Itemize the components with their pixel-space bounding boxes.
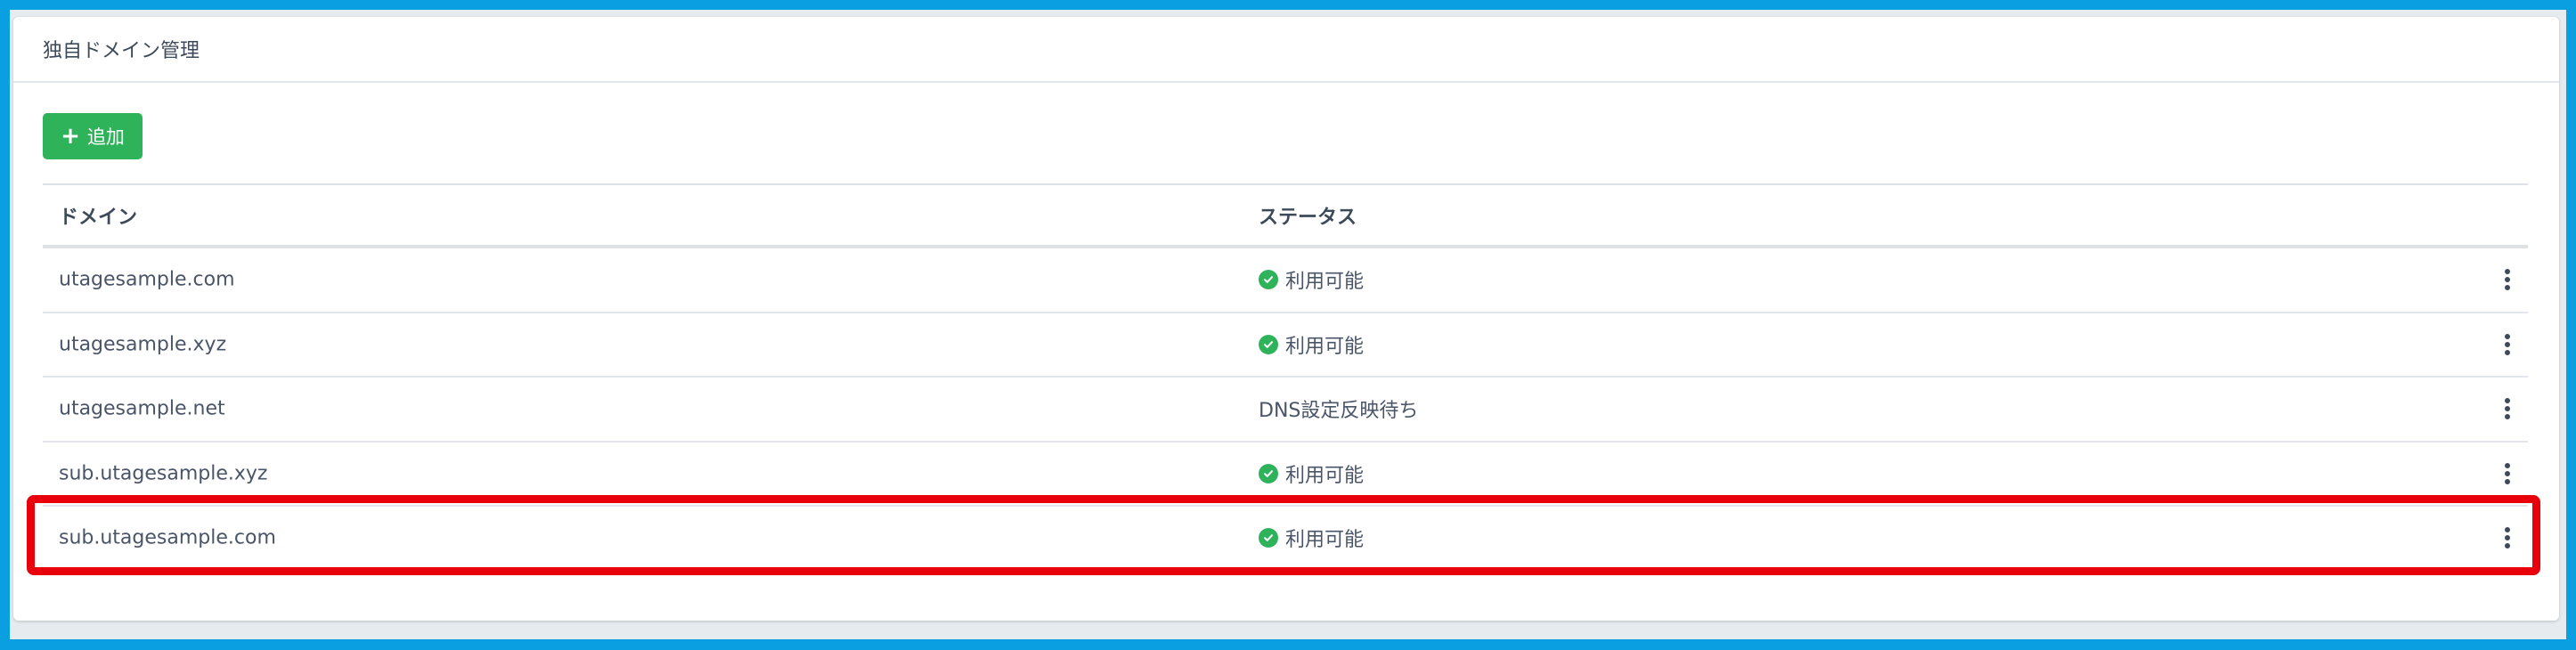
domain-name: sub.utagesample.xyz	[59, 462, 268, 485]
page-title: 独自ドメイン管理	[43, 40, 200, 62]
status-text: 利用可能	[1285, 529, 1365, 552]
row-menu-button[interactable]	[2499, 331, 2516, 358]
table-row: utagesample.com 利用可能	[43, 248, 2528, 313]
row-menu-button[interactable]	[2499, 395, 2516, 422]
check-circle-icon	[1259, 270, 1278, 290]
status-text: 利用可能	[1285, 464, 1365, 487]
status-cell: 利用可能	[1259, 330, 1364, 359]
table-row: utagesample.xyz 利用可能	[43, 313, 2528, 378]
check-circle-icon	[1259, 334, 1278, 354]
domain-name: utagesample.net	[59, 397, 225, 420]
add-domain-button[interactable]: + 追加	[43, 113, 143, 159]
column-header-status: ステータス	[1259, 206, 1357, 229]
status-cell: 利用可能	[1259, 265, 1364, 294]
domain-management-card: 独自ドメイン管理 + 追加 ドメイン ステータス utagesample.com…	[13, 17, 2559, 621]
table-row: utagesample.net DNS設定反映待ち	[43, 378, 2528, 443]
table-row: sub.utagesample.xyz 利用可能	[43, 443, 2528, 507]
table-row: sub.utagesample.com 利用可能	[43, 507, 2528, 572]
plus-icon: +	[61, 123, 80, 150]
domain-name: utagesample.com	[59, 268, 235, 291]
vertical-ellipsis-icon	[2505, 333, 2510, 355]
vertical-ellipsis-icon	[2505, 527, 2510, 549]
row-menu-button[interactable]	[2499, 460, 2516, 487]
column-header-domain: ドメイン	[59, 206, 138, 229]
domain-name: sub.utagesample.com	[59, 526, 276, 549]
page-background: 独自ドメイン管理 + 追加 ドメイン ステータス utagesample.com…	[10, 10, 2566, 639]
status-text: DNS設定反映待ち	[1259, 400, 1419, 423]
domain-name: utagesample.xyz	[59, 333, 227, 356]
vertical-ellipsis-icon	[2505, 398, 2510, 420]
domain-table: ドメイン ステータス utagesample.com 利用可能 utagesam…	[43, 183, 2528, 572]
card-header: 独自ドメイン管理	[13, 17, 2559, 83]
check-circle-icon	[1259, 463, 1278, 483]
row-menu-button[interactable]	[2499, 266, 2516, 293]
check-circle-icon	[1259, 528, 1278, 548]
add-button-label: 追加	[86, 126, 125, 148]
table-header: ドメイン ステータス	[43, 183, 2528, 248]
status-cell: 利用可能	[1259, 459, 1364, 488]
vertical-ellipsis-icon	[2505, 269, 2510, 291]
status-cell: 利用可能	[1259, 524, 1364, 552]
table-body: utagesample.com 利用可能 utagesample.xyz 利用可…	[43, 248, 2528, 572]
status-text: 利用可能	[1285, 335, 1365, 358]
status-text: 利用可能	[1285, 271, 1365, 294]
row-menu-button[interactable]	[2499, 524, 2516, 551]
status-cell: DNS設定反映待ち	[1259, 394, 1418, 423]
vertical-ellipsis-icon	[2505, 462, 2510, 484]
